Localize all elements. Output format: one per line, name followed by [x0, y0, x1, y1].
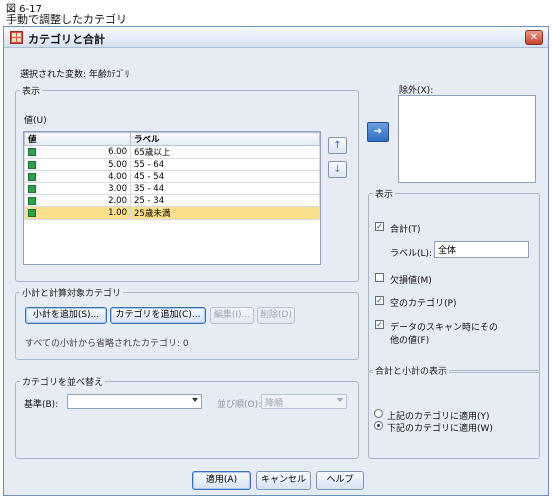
category-marker-icon: [28, 173, 36, 181]
missing-values-label: 欠損値(M): [390, 276, 432, 286]
row-value: 1.00: [108, 208, 127, 218]
move-up-button[interactable]: ↑: [328, 137, 347, 154]
scan-other-values-checkbox[interactable]: ✓: [375, 320, 384, 329]
total-label: 合計(T): [390, 225, 421, 235]
row-label[interactable]: 65歳以上: [130, 145, 320, 159]
category-marker-icon: [28, 161, 36, 169]
table-row-selected[interactable]: 1.00 25歳未満: [24, 206, 320, 220]
chevron-down-icon: [192, 398, 198, 402]
sort-group-label: カテゴリを並べ替え: [20, 375, 106, 388]
table-row[interactable]: 4.00 45 - 54: [24, 170, 320, 183]
category-marker-icon: [28, 209, 36, 217]
row-label[interactable]: 25歳未満: [130, 206, 320, 220]
row-value: 6.00: [108, 147, 127, 157]
values-label: 値(U): [24, 116, 47, 126]
title-bar: カテゴリと合計 ✕: [4, 27, 548, 48]
total-checkbox[interactable]: ✓: [375, 222, 384, 231]
sort-order-label: 並び順(O):: [217, 400, 262, 410]
values-table[interactable]: 値 ラベル 6.00 65歳以上 5.00 55 - 64 4.00 45 - …: [23, 131, 321, 265]
row-value: 4.00: [108, 171, 127, 182]
row-label[interactable]: 45 - 54: [130, 170, 320, 183]
delete-button[interactable]: 削除(D): [257, 307, 295, 324]
sort-order-dropdown[interactable]: 降順: [261, 394, 347, 409]
category-marker-icon: [28, 148, 36, 156]
column-header-value[interactable]: 値: [24, 132, 131, 146]
subtotal-group: [15, 292, 359, 360]
apply-button[interactable]: 適用(A): [192, 471, 251, 490]
edit-button[interactable]: 編集(I)...: [210, 307, 254, 324]
sort-group: [15, 381, 359, 459]
selected-variable-label: 選択された変数: 年齢ｶﾃｺﾞﾘ: [20, 70, 130, 80]
dialog-title: カテゴリと合計: [28, 33, 105, 46]
close-button[interactable]: ✕: [525, 30, 543, 45]
scan-other-values-label-line1: データのスキャン時にその: [390, 323, 498, 333]
empty-categories-label: 空のカテゴリ(P): [390, 299, 457, 309]
dialog-window: カテゴリと合計 ✕ 選択された変数: 年齢ｶﾃｺﾞﾘ 表示 値(U) 値 ラベル…: [3, 26, 549, 496]
sort-order-value: 降順: [265, 399, 284, 409]
sort-basis-label: 基準(B):: [24, 400, 59, 410]
category-marker-icon: [28, 197, 36, 205]
show-group-label: 表示: [373, 187, 396, 200]
apply-above-radio[interactable]: [374, 409, 383, 418]
figure-caption: 手動で調整したカテゴリ: [6, 13, 127, 26]
table-row[interactable]: 6.00 65歳以上: [24, 145, 320, 159]
add-subtotal-button[interactable]: 小計を追加(S)...: [25, 307, 107, 324]
move-down-button[interactable]: ↓: [328, 161, 347, 178]
apply-below-radio[interactable]: [374, 421, 383, 430]
total-label-input[interactable]: 全体: [434, 241, 529, 258]
row-label[interactable]: 35 - 44: [130, 182, 320, 195]
apply-below-label: 下記のカテゴリに適用(W): [387, 424, 493, 434]
cancel-button[interactable]: キャンセル: [256, 471, 311, 490]
table-row[interactable]: 3.00 35 - 44: [24, 182, 320, 195]
empty-categories-checkbox[interactable]: ✓: [375, 296, 384, 305]
category-marker-icon: [28, 185, 36, 193]
chevron-down-icon: [337, 398, 343, 402]
subtotal-group-label: 小計と計算対象カテゴリ: [20, 286, 124, 299]
table-app-icon: [10, 31, 23, 44]
sort-basis-dropdown[interactable]: [67, 394, 202, 409]
row-label[interactable]: 55 - 64: [130, 158, 320, 171]
row-value: 5.00: [108, 159, 127, 170]
row-value: 3.00: [108, 183, 127, 194]
missing-values-checkbox[interactable]: ✓: [375, 273, 384, 282]
row-label[interactable]: 25 - 34: [130, 194, 320, 207]
display-group-label: 表示: [20, 84, 43, 97]
scan-other-values-label-line2: 他の値(F): [390, 336, 430, 346]
table-row[interactable]: 2.00 25 - 34: [24, 194, 320, 207]
label-field-label: ラベル(L):: [390, 249, 433, 259]
total-display-group-label: 合計と小計の表示: [373, 364, 450, 377]
exclude-list[interactable]: [398, 95, 536, 183]
help-button[interactable]: ヘルプ: [316, 471, 364, 490]
column-header-label[interactable]: ラベル: [130, 132, 320, 146]
table-row[interactable]: 5.00 55 - 64: [24, 158, 320, 171]
row-value: 2.00: [108, 195, 127, 206]
add-category-button[interactable]: カテゴリを追加(C)...: [110, 307, 206, 324]
move-to-exclude-button[interactable]: ➜: [367, 122, 389, 142]
omitted-categories-note: すべての小計から省略されたカテゴリ: 0: [25, 339, 189, 349]
